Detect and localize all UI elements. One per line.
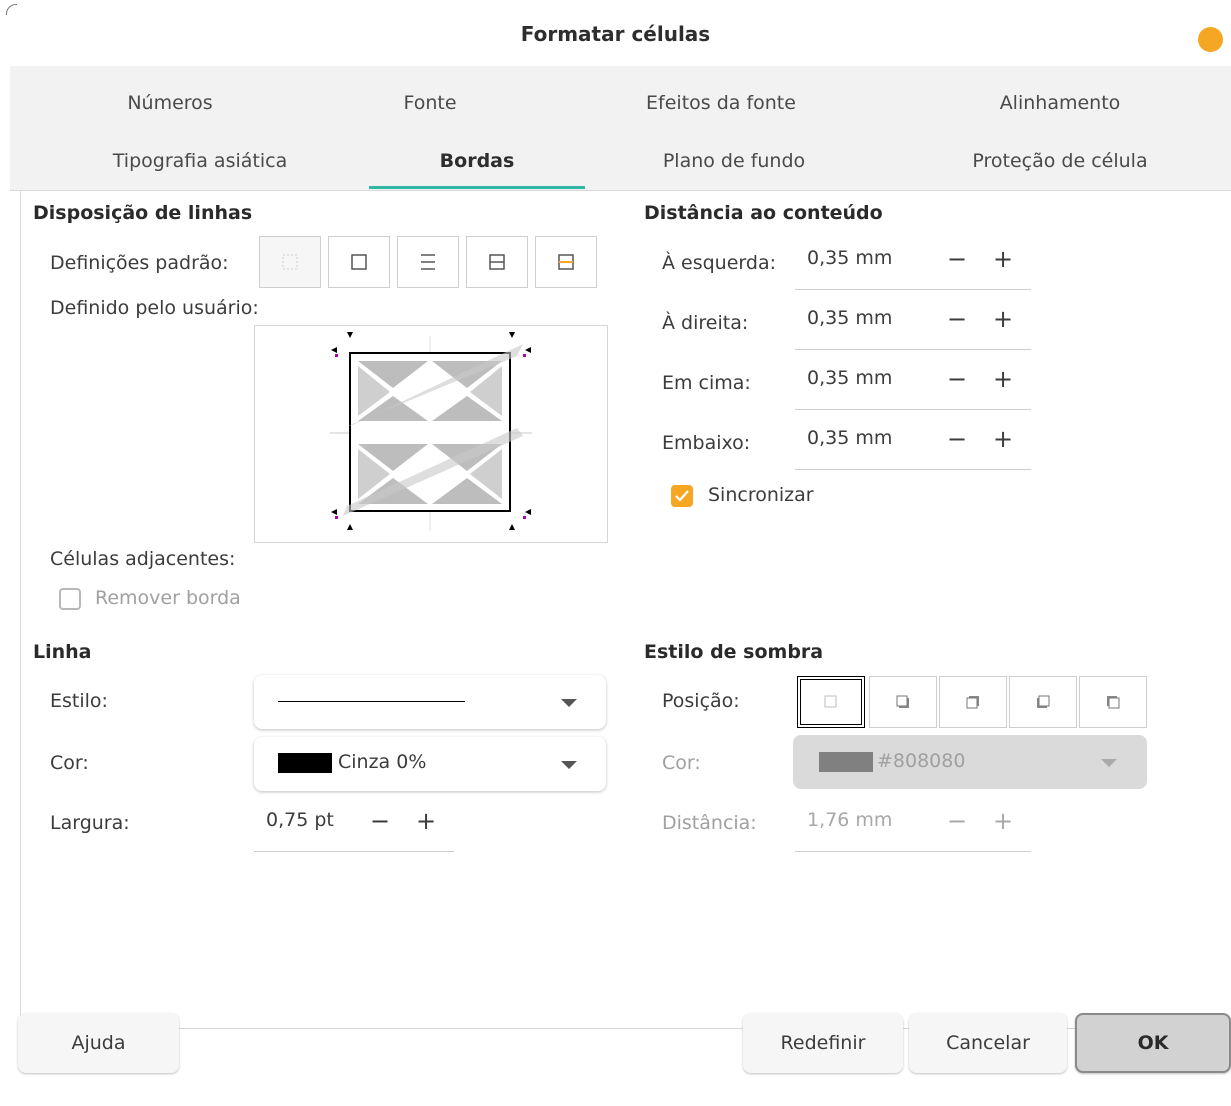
- shadow-distance-value: 1,76 mm: [807, 809, 893, 831]
- chevron-down-icon: [561, 699, 577, 707]
- shadow-title: Estilo de sombra: [644, 641, 824, 663]
- preset-outer-horizontal-button[interactable]: [397, 236, 459, 288]
- window-corner: [6, 4, 17, 15]
- chevron-down-icon: [1101, 759, 1117, 767]
- padding-right-label: À direita:: [662, 312, 749, 334]
- padding-left-spin[interactable]: 0,35 mm − +: [795, 232, 1031, 290]
- shadow-bottom-right-icon: [896, 695, 909, 708]
- preset-outer-inner-horizontal-button[interactable]: [466, 236, 528, 288]
- shadow-color-label: Cor:: [662, 752, 701, 774]
- line-color-value: Cinza 0%: [338, 751, 427, 773]
- padding-left-increment[interactable]: +: [993, 245, 1013, 273]
- outer-border-icon: [351, 254, 367, 270]
- padding-right-decrement[interactable]: −: [947, 305, 967, 333]
- padding-bottom-label: Embaixo:: [662, 432, 751, 454]
- tab-plano-de-fundo[interactable]: Plano de fundo: [624, 146, 844, 176]
- user-defined-label: Definido pelo usuário:: [50, 297, 259, 319]
- padding-right-increment[interactable]: +: [993, 305, 1013, 333]
- shadow-color-value: #808080: [877, 750, 966, 772]
- line-color-swatch: [278, 753, 332, 773]
- reset-button[interactable]: Redefinir: [743, 1013, 903, 1073]
- line-width-spin[interactable]: 0,75 pt − +: [254, 794, 454, 852]
- shadow-bottom-left-button[interactable]: [1009, 676, 1077, 728]
- no-shadow-icon: [824, 695, 837, 708]
- line-width-decrement[interactable]: −: [370, 807, 390, 835]
- tab-fonte[interactable]: Fonte: [330, 88, 530, 118]
- shadow-bottom-right-button[interactable]: [869, 676, 937, 728]
- shadow-top-left-icon: [1107, 696, 1120, 709]
- padding-top-spin[interactable]: 0,35 mm − +: [795, 352, 1031, 410]
- shadow-distance-spin[interactable]: 1,76 mm − +: [795, 794, 1031, 852]
- padding-bottom-spin[interactable]: 0,35 mm − +: [795, 412, 1031, 470]
- tab-alinhamento[interactable]: Alinhamento: [950, 88, 1170, 118]
- padding-bottom-increment[interactable]: +: [993, 425, 1013, 453]
- dialog-title: Formatar células: [520, 22, 711, 46]
- line-color-dropdown[interactable]: Cinza 0%: [254, 737, 606, 791]
- line-width-label: Largura:: [50, 812, 130, 834]
- outer-highlight-icon: [558, 254, 574, 270]
- shadow-distance-increment[interactable]: +: [993, 807, 1013, 835]
- active-tab-indicator: [369, 186, 585, 189]
- shadow-color-swatch: [819, 752, 873, 772]
- no-borders-icon: [282, 254, 298, 270]
- line-width-value: 0,75 pt: [266, 809, 334, 831]
- padding-top-decrement[interactable]: −: [947, 365, 967, 393]
- shadow-top-right-icon: [966, 696, 979, 709]
- remove-border-label: Remover borda: [95, 587, 241, 609]
- line-style-dropdown[interactable]: [254, 675, 606, 729]
- tab-protecao-de-celula[interactable]: Proteção de célula: [930, 146, 1190, 176]
- line-section-title: Linha: [33, 641, 92, 663]
- chevron-down-icon: [561, 761, 577, 769]
- line-width-increment[interactable]: +: [416, 807, 436, 835]
- padding-top-label: Em cima:: [662, 372, 751, 394]
- line-arrangement-title: Disposição de linhas: [33, 202, 253, 224]
- preset-outer-border-button[interactable]: [328, 236, 390, 288]
- padding-right-value: 0,35 mm: [807, 307, 893, 329]
- adjacent-cells-label: Células adjacentes:: [50, 548, 236, 570]
- padding-bottom-decrement[interactable]: −: [947, 425, 967, 453]
- line-style-preview: [278, 701, 465, 702]
- border-preview-canvas[interactable]: [254, 325, 608, 543]
- tab-efeitos-da-fonte[interactable]: Efeitos da fonte: [611, 88, 831, 118]
- padding-left-value: 0,35 mm: [807, 247, 893, 269]
- shadow-bottom-left-icon: [1037, 695, 1050, 708]
- outer-horizontal-icon: [421, 254, 435, 270]
- padding-top-value: 0,35 mm: [807, 367, 893, 389]
- line-style-label: Estilo:: [50, 690, 108, 712]
- preset-no-borders-button[interactable]: [259, 236, 321, 288]
- outer-inner-horizontal-icon: [489, 254, 505, 270]
- shadow-top-right-button[interactable]: [939, 676, 1007, 728]
- shadow-top-left-button[interactable]: [1079, 676, 1147, 728]
- checkmark-icon: [675, 490, 689, 502]
- line-color-label: Cor:: [50, 752, 89, 774]
- shadow-none-button[interactable]: [797, 676, 865, 728]
- padding-left-decrement[interactable]: −: [947, 245, 967, 273]
- padding-left-label: À esquerda:: [662, 252, 776, 274]
- tab-bordas[interactable]: Bordas: [369, 146, 585, 176]
- padding-title: Distância ao conteúdo: [644, 202, 883, 224]
- tab-tipografia-asiatica[interactable]: Tipografia asiática: [70, 146, 330, 176]
- synchronize-label: Sincronizar: [708, 484, 814, 506]
- preset-outer-highlight-button[interactable]: [535, 236, 597, 288]
- shadow-distance-label: Distância:: [662, 812, 757, 834]
- window-control-dot[interactable]: [1198, 27, 1223, 52]
- padding-bottom-value: 0,35 mm: [807, 427, 893, 449]
- cancel-button[interactable]: Cancelar: [909, 1013, 1067, 1073]
- presets-label: Definições padrão:: [50, 252, 229, 274]
- padding-top-increment[interactable]: +: [993, 365, 1013, 393]
- tab-numeros[interactable]: Números: [70, 88, 270, 118]
- ok-button[interactable]: OK: [1075, 1013, 1231, 1073]
- shadow-distance-decrement[interactable]: −: [947, 807, 967, 835]
- shadow-color-dropdown[interactable]: #808080: [793, 735, 1147, 789]
- synchronize-checkbox[interactable]: [671, 485, 693, 507]
- tab-bar: Números Fonte Efeitos da fonte Alinhamen…: [10, 66, 1231, 191]
- border-preview-graphic: [330, 332, 532, 531]
- help-button[interactable]: Ajuda: [18, 1013, 179, 1073]
- padding-right-spin[interactable]: 0,35 mm − +: [795, 292, 1031, 350]
- remove-border-checkbox[interactable]: [59, 588, 81, 610]
- shadow-position-label: Posição:: [662, 690, 740, 712]
